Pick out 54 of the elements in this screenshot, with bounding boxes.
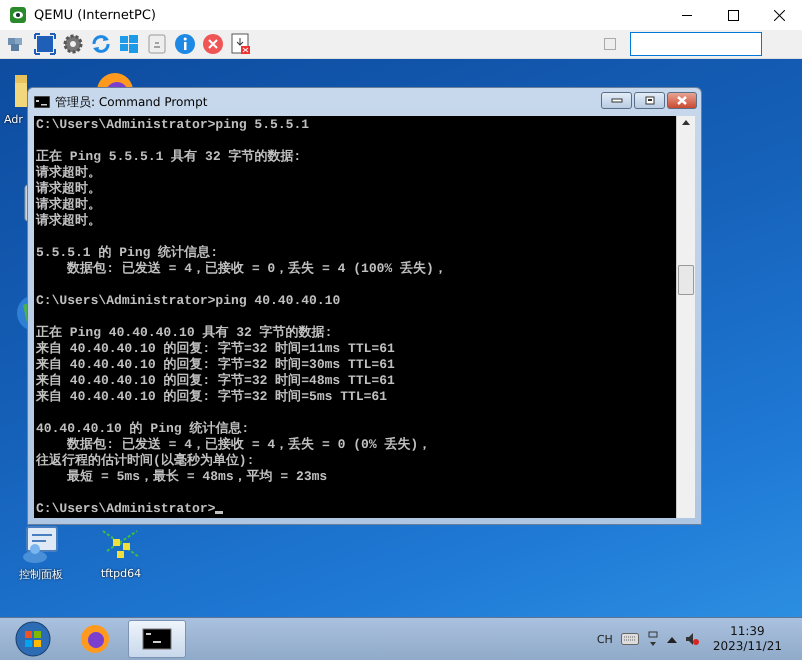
console-line: 40.40.40.10 的 Ping 统计信息: (36, 421, 250, 436)
taskbar-item[interactable] (128, 620, 186, 658)
maximize-icon (644, 96, 656, 104)
window-title: 管理员: Command Prompt (55, 94, 208, 110)
up-arrow-icon[interactable] (682, 120, 690, 125)
icon-label[interactable]: Adr (4, 113, 23, 126)
windows-switch-icon[interactable] (646, 631, 659, 647)
stop-button[interactable] (202, 33, 224, 55)
eye-icon (10, 7, 26, 23)
maximize-button[interactable] (634, 92, 665, 108)
console-line: C:\Users\Administrator> (36, 501, 216, 516)
console-line: 来自 40.40.40.10 的回复: 字节=32 时间=5ms TTL=61 (36, 389, 388, 404)
up-arrow-icon[interactable] (666, 635, 677, 643)
speaker-icon[interactable] (684, 632, 699, 646)
icon-label[interactable]: tftpd64 (100, 567, 142, 580)
checkbox[interactable] (604, 38, 616, 50)
window-title: QEMU (InternetPC) (34, 8, 157, 22)
console-line: 5.5.5.1 的 Ping 统计信息: (36, 245, 218, 260)
input-field[interactable] (630, 32, 762, 56)
console-line: 来自 40.40.40.10 的回复: 字节=32 时间=11ms TTL=61 (36, 341, 395, 356)
keyboard-key-button[interactable] (146, 33, 168, 55)
console-line: 正在 Ping 40.40.40.10 具有 32 字节的数据: (36, 325, 332, 340)
gear-button[interactable] (62, 33, 84, 55)
console-line: 请求超时。 (36, 213, 101, 228)
console-line: 往返行程的估计时间(以毫秒为单位): (36, 453, 254, 468)
console-line: 请求超时。 (36, 165, 101, 180)
text-cursor (215, 511, 224, 514)
console-line: C:\Users\Administrator>ping 40.40.40.10 (36, 293, 340, 308)
scroll-thumb[interactable] (678, 265, 694, 295)
scrollbar[interactable] (676, 116, 695, 518)
keyboard-icon[interactable] (620, 633, 639, 645)
fullscreen-button[interactable] (34, 33, 56, 55)
icon-label[interactable]: 控制面板 (19, 567, 63, 582)
maximize-icon (728, 10, 738, 20)
minimize-button[interactable] (601, 92, 632, 108)
console-icon (34, 96, 50, 108)
console-line: 来自 40.40.40.10 的回复: 字节=32 时间=48ms TTL=61 (36, 373, 395, 388)
browser-icon (79, 623, 111, 655)
console-line: 请求超时。 (36, 197, 101, 212)
close-icon (774, 10, 784, 20)
close-icon (676, 96, 688, 104)
console-line: C:\Users\Administrator>ping 5.5.5.1 (36, 117, 310, 132)
console-line: 数据包: 已发送 = 4，已接收 = 4，丢失 = 0 (0% 丢失)， (66, 437, 432, 452)
console-line: 来自 40.40.40.10 的回复: 字节=32 时间=30ms TTL=61 (36, 357, 395, 372)
console-line: 正在 Ping 5.5.5.1 具有 32 字节的数据: (36, 149, 302, 164)
console-line: 数据包: 已发送 = 4，已接收 = 0，丢失 = 4 (100% 丢失)， (66, 261, 447, 276)
info-button[interactable] (174, 33, 196, 55)
console-line: 最短 = 5ms，最长 = 48ms，平均 = 23ms (66, 469, 328, 484)
save-state-button[interactable] (230, 33, 252, 55)
refresh-button[interactable] (90, 33, 112, 55)
clock[interactable]: 11:39 2023/11/21 (712, 624, 782, 654)
console-line: 请求超时。 (36, 181, 101, 196)
language-indicator[interactable]: CH (596, 632, 613, 646)
windows-button[interactable] (118, 33, 140, 55)
